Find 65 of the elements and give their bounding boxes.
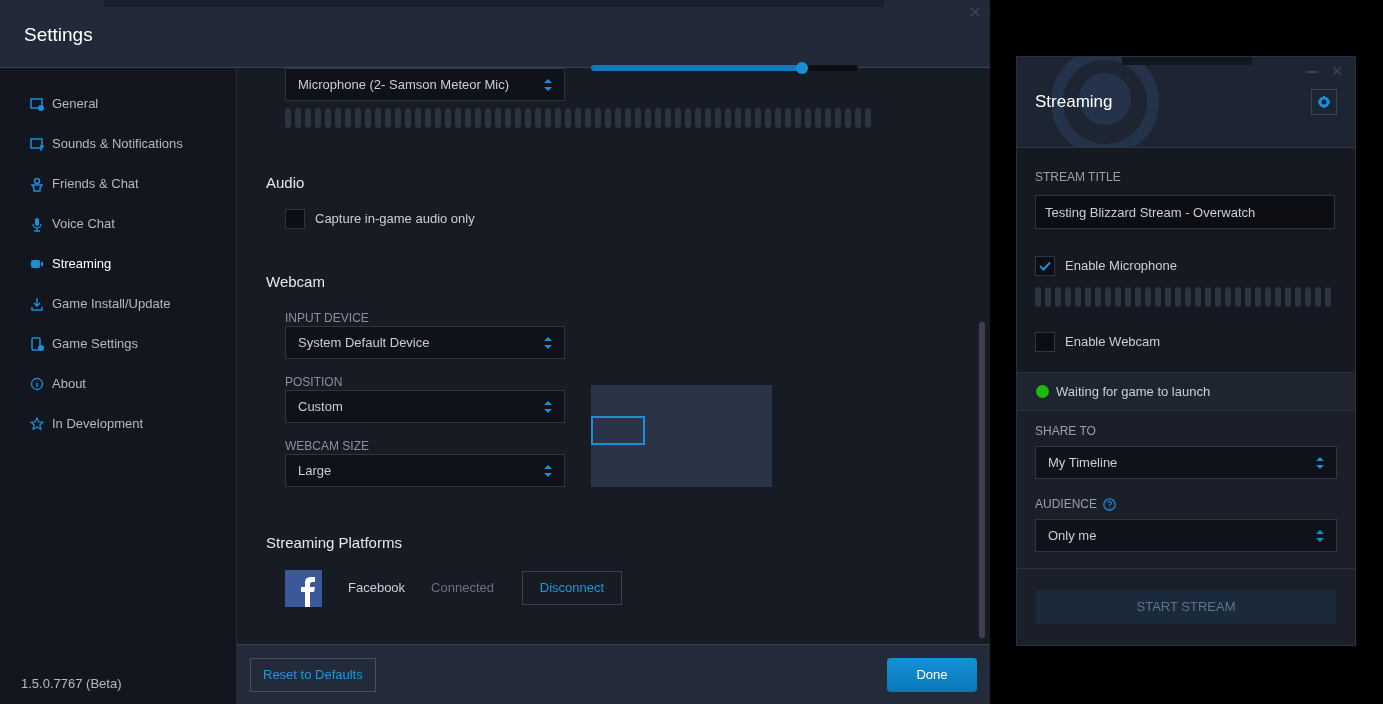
field-label: SHARE TO bbox=[1035, 423, 1097, 440]
field-label: STREAM TITLE bbox=[1035, 169, 1122, 186]
sidebar-item[interactable]: Game Settings bbox=[30, 333, 236, 355]
section-heading: Audio bbox=[266, 173, 306, 193]
section-heading: Webcam bbox=[266, 271, 326, 292]
field-label: WEBCAM SIZE bbox=[285, 438, 370, 453]
close-icon[interactable] bbox=[970, 7, 980, 17]
monitor-gear-icon bbox=[30, 96, 44, 112]
person-icon bbox=[30, 176, 44, 192]
updown-arrow-icon bbox=[1316, 529, 1324, 542]
checkbox[interactable] bbox=[1035, 256, 1055, 276]
sidebar-item[interactable]: Sounds & Notifications bbox=[30, 133, 236, 155]
panel-title: Streaming bbox=[1035, 91, 1113, 114]
settings-icon bbox=[1318, 96, 1330, 108]
select-field[interactable]: Only me bbox=[1035, 519, 1337, 552]
checkbox[interactable] bbox=[285, 208, 305, 229]
select-field[interactable]: Large bbox=[285, 454, 565, 487]
microphone-icon bbox=[30, 216, 44, 232]
done-button[interactable]: Done bbox=[887, 657, 977, 692]
close-icon[interactable] bbox=[1332, 66, 1342, 76]
download-icon bbox=[30, 296, 44, 312]
select-field[interactable]: Custom bbox=[285, 390, 565, 423]
platform-name: Facebook bbox=[348, 579, 406, 598]
sidebar-item[interactable]: Friends & Chat bbox=[30, 173, 236, 195]
minimize-icon[interactable] bbox=[1307, 71, 1317, 74]
section-heading: Streaming Platforms bbox=[266, 533, 403, 553]
sidebar-item[interactable]: Voice Chat bbox=[30, 213, 236, 235]
sidebar-item[interactable]: In Development bbox=[30, 413, 236, 435]
checkbox-label: Enable Webcam bbox=[1065, 333, 1161, 352]
monitor-note-icon bbox=[30, 136, 44, 152]
checkbox-label: Enable Microphone bbox=[1065, 257, 1178, 276]
updown-arrow-icon bbox=[1316, 456, 1324, 469]
stream-title-field[interactable]: Testing Blizzard Stream - Overwatch bbox=[1035, 195, 1335, 229]
window-title: Settings bbox=[24, 23, 93, 48]
updown-arrow-icon bbox=[544, 400, 552, 413]
volume-slider[interactable] bbox=[591, 65, 858, 71]
select-field[interactable]: Microphone (2- Samson Meteor Mic) bbox=[285, 68, 565, 101]
updown-arrow-icon bbox=[544, 464, 552, 477]
updown-arrow-icon bbox=[544, 336, 552, 349]
version-label: 1.5.0.7767 (Beta) bbox=[20, 674, 123, 693]
checkmark-icon bbox=[1039, 261, 1051, 271]
select-field[interactable]: System Default Device bbox=[285, 326, 565, 359]
device-gear-icon bbox=[30, 336, 44, 352]
sidebar-item[interactable]: About bbox=[30, 373, 236, 395]
settings-button[interactable] bbox=[1311, 89, 1337, 115]
facebook-logo-icon bbox=[285, 569, 322, 607]
checkbox-label: Capture in-game audio only bbox=[315, 209, 475, 228]
connection-status: Connected bbox=[431, 579, 494, 598]
select-field[interactable]: My Timeline bbox=[1035, 446, 1337, 479]
webcam-position-preview[interactable] bbox=[591, 385, 772, 487]
star-icon bbox=[30, 416, 44, 432]
disconnect-button[interactable]: Disconnect bbox=[522, 571, 622, 605]
checkbox[interactable] bbox=[1035, 332, 1055, 352]
info-icon bbox=[30, 376, 44, 392]
field-label: INPUT DEVICE bbox=[285, 310, 370, 325]
sidebar-item[interactable]: General bbox=[30, 93, 236, 115]
sidebar-item[interactable]: Streaming bbox=[30, 253, 236, 275]
reset-button[interactable]: Reset to Defaults bbox=[250, 657, 376, 692]
field-label: AUDIENCE bbox=[1035, 496, 1097, 513]
status-text: Waiting for game to launch bbox=[1056, 382, 1211, 401]
help-icon[interactable] bbox=[1103, 497, 1116, 511]
updown-arrow-icon bbox=[544, 78, 552, 91]
sidebar-item[interactable]: Game Install/Update bbox=[30, 293, 236, 315]
field-label: POSITION bbox=[285, 374, 344, 389]
scrollbar-thumb[interactable] bbox=[979, 322, 985, 638]
